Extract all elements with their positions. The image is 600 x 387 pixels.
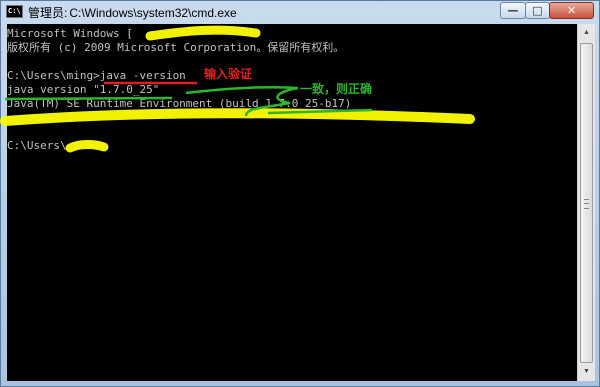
highlight-redaction-version [145,25,261,41]
highlight-redaction-hidden-line [0,108,475,126]
highlight-redaction-username [65,140,109,153]
annotation-consistent-label: 一致，则正确 [300,82,373,96]
green-underline-version [4,96,173,101]
annotation-verify-label: 输入验证 [204,67,253,81]
highlighter-marks [0,25,475,153]
